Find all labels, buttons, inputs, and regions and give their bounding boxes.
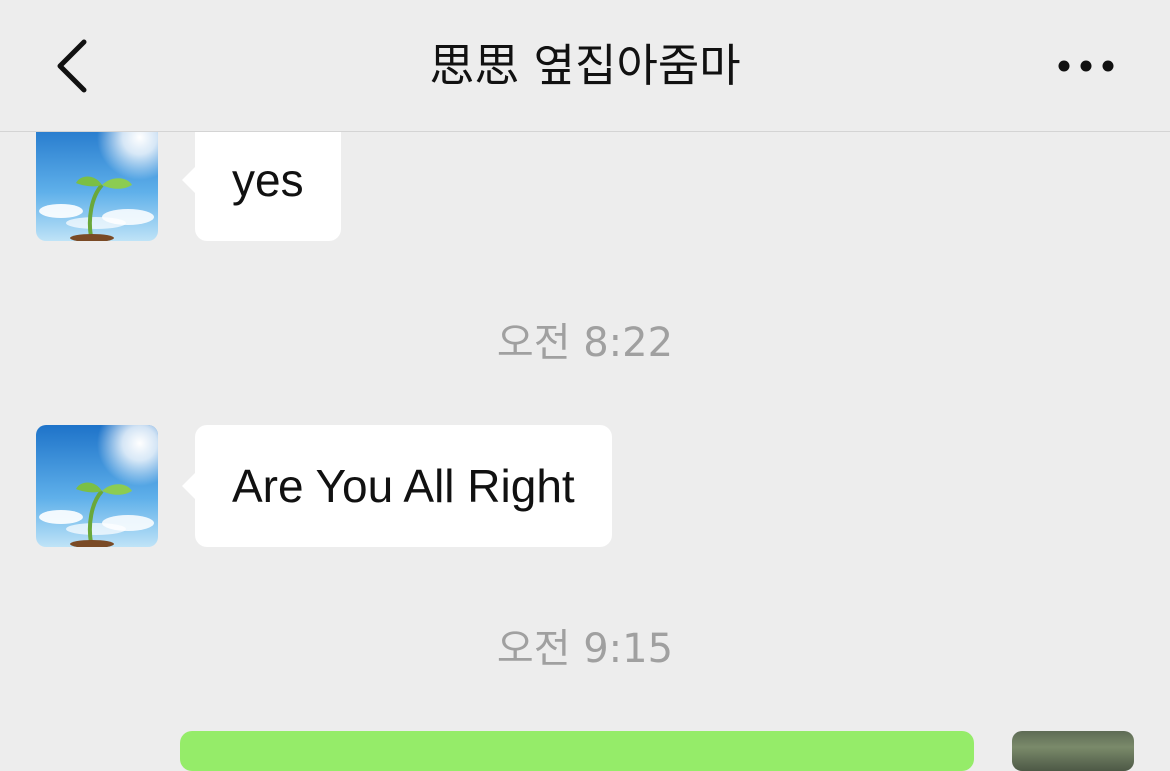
more-dots-icon: [1058, 60, 1114, 72]
message-bubble[interactable]: Are You All Right: [182, 425, 612, 547]
sprout-sky-avatar-icon: [36, 425, 158, 547]
chat-title: 思思 옆집아줌마: [429, 39, 741, 92]
outgoing-message-bubble[interactable]: [180, 731, 974, 771]
message-timestamp: 오전 8:22: [496, 320, 674, 366]
contact-avatar[interactable]: [36, 425, 158, 547]
message-timestamp: 오전 9:15: [496, 626, 674, 672]
more-button[interactable]: [1050, 36, 1122, 96]
chat-header: 思思 옆집아줌마: [0, 0, 1170, 132]
contact-avatar[interactable]: [36, 119, 158, 241]
message-row: yes: [0, 119, 1170, 241]
self-avatar[interactable]: [1012, 731, 1134, 771]
sprout-sky-avatar-icon: [36, 119, 158, 241]
message-bubble[interactable]: yes: [182, 119, 341, 241]
message-row: Are You All Right: [0, 425, 1170, 547]
